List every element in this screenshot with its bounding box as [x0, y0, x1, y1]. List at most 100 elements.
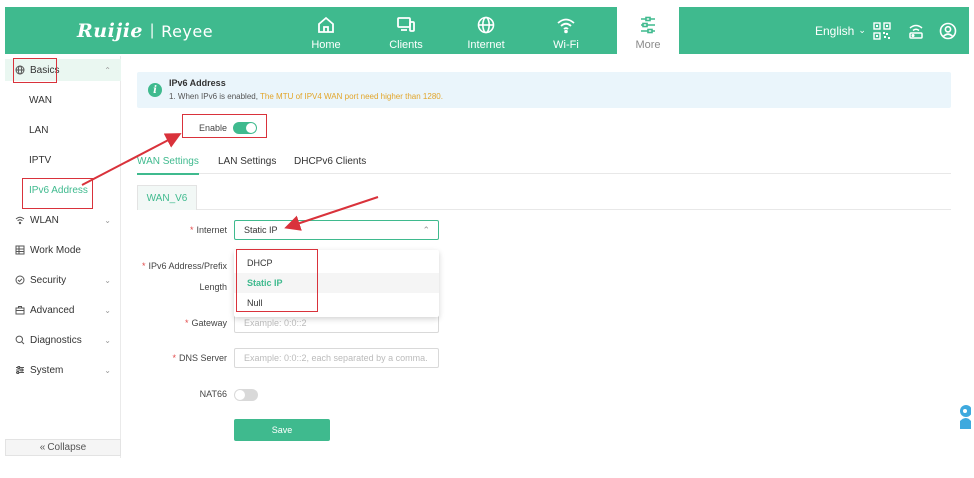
wifi-icon [557, 18, 575, 34]
router-icon [909, 24, 923, 39]
internet-select[interactable]: Static IP ⌃ [234, 220, 439, 240]
nat66-toggle[interactable] [234, 389, 258, 401]
qr-code-icon [873, 21, 891, 40]
gateway-label-text: Gateway [191, 318, 227, 328]
info-title: IPv6 Address [169, 78, 226, 88]
qr-code-button[interactable] [873, 7, 891, 54]
info-message-prefix: 1. When IPv6 is enabled, [169, 92, 261, 101]
shield-icon [15, 275, 25, 285]
tab-lan-settings[interactable]: LAN Settings [218, 156, 276, 173]
nat66-label: NAT66 [199, 389, 227, 399]
chevron-up-icon: ⌃ [104, 65, 111, 75]
sidebar-item-wlan[interactable]: WLAN ⌄ [5, 209, 121, 231]
devices-icon [397, 17, 415, 32]
dns-server-label: * DNS Server [124, 353, 227, 363]
dropdown-option-null[interactable]: Null [234, 293, 439, 313]
main-content: i IPv6 Address 1. When IPv6 is enabled, … [124, 56, 969, 458]
sidebar: Basics ⌃ WAN LAN IPTV IPv6 Address WLAN … [5, 56, 121, 458]
nav-home[interactable]: Home [295, 7, 357, 54]
sidebar-item-label: Security [30, 274, 67, 286]
language-selector[interactable]: English ⌄ [815, 7, 866, 54]
enable-label: Enable [199, 123, 228, 133]
info-message: 1. When IPv6 is enabled, The MTU of IPV4… [169, 92, 443, 101]
save-button[interactable]: Save [234, 419, 330, 441]
chevron-down-icon: ⌄ [104, 275, 111, 285]
globe-icon [15, 65, 25, 75]
dns-server-input[interactable]: Example: 0:0::2, each separated by a com… [234, 348, 439, 368]
nav-internet[interactable]: Internet [455, 7, 517, 54]
required-mark: * [189, 225, 194, 235]
sidebar-item-ipv6-address[interactable]: IPv6 Address [5, 179, 121, 201]
collapse-button[interactable]: « Collapse [5, 439, 121, 456]
briefcase-icon [15, 305, 25, 315]
sidebar-item-security[interactable]: Security ⌄ [5, 269, 121, 291]
nav-home-label: Home [311, 39, 341, 51]
sidebar-item-advanced[interactable]: Advanced ⌄ [5, 299, 121, 321]
dropdown-option-static-ip[interactable]: Static IP [234, 273, 439, 293]
nav-more[interactable]: More [617, 7, 679, 54]
sidebar-item-label: LAN [29, 124, 49, 136]
enable-row: Enable [184, 117, 266, 139]
tab-dhcpv6-clients[interactable]: DHCPv6 Clients [294, 156, 366, 173]
grid-icon [15, 245, 25, 255]
sidebar-item-label: WAN [29, 94, 52, 106]
sidebar-item-label: IPTV [29, 154, 52, 166]
logo-reyee: Reyee [161, 21, 214, 41]
info-message-warning: The MTU of IPV4 WAN port need higher tha… [260, 92, 443, 101]
settings-tabs: WAN Settings LAN Settings DHCPv6 Clients [137, 152, 951, 175]
user-button[interactable] [939, 7, 957, 54]
double-chevron-left-icon: « [39, 442, 46, 453]
ipv6-address-label: * IPv6 Address/Prefix [124, 261, 227, 271]
sidebar-item-system[interactable]: System ⌄ [5, 359, 121, 381]
nav-wifi[interactable]: Wi-Fi [535, 7, 597, 54]
sidebar-item-iptv[interactable]: IPTV [5, 149, 121, 171]
info-banner: i IPv6 Address 1. When IPv6 is enabled, … [137, 72, 951, 108]
required-mark: * [172, 353, 176, 363]
tab-wan-settings[interactable]: WAN Settings [137, 156, 199, 175]
nav-clients[interactable]: Clients [375, 7, 437, 54]
sidebar-item-label: IPv6 Address [29, 184, 88, 196]
collapse-label: Collapse [47, 442, 87, 453]
home-icon [318, 16, 334, 33]
sidebar-item-wan[interactable]: WAN [5, 89, 121, 111]
chevron-down-icon: ⌄ [104, 305, 111, 315]
assistant-icon [960, 405, 972, 429]
dns-placeholder: Example: 0:0::2, each separated by a com… [244, 353, 428, 363]
enable-toggle[interactable] [233, 122, 258, 134]
sidebar-item-lan[interactable]: LAN [5, 119, 121, 141]
sidebar-item-label: Basics [30, 64, 60, 76]
sidebar-item-label: Advanced [30, 304, 75, 316]
nav-clients-label: Clients [389, 39, 423, 51]
dropdown-option-dhcp[interactable]: DHCP [234, 253, 439, 273]
floating-assistant-widget[interactable] [957, 403, 972, 431]
subtab-wan-v6[interactable]: WAN_V6 [137, 185, 197, 210]
gateway-placeholder: Example: 0:0::2 [244, 318, 307, 328]
globe-icon [477, 16, 495, 34]
sidebar-item-label: WLAN [30, 214, 59, 226]
nav-internet-label: Internet [467, 39, 505, 51]
chevron-down-icon: ⌄ [104, 335, 111, 345]
chevron-down-icon: ⌄ [858, 25, 866, 35]
sidebar-item-label: System [30, 364, 64, 376]
toggle-knob [235, 390, 245, 400]
sidebar-item-work-mode[interactable]: Work Mode [5, 239, 121, 261]
internet-dropdown: DHCP Static IP Null [234, 250, 439, 317]
nav-wifi-label: Wi-Fi [553, 39, 579, 51]
router-button[interactable] [907, 7, 925, 54]
internet-label-text: Internet [196, 225, 227, 235]
brand-logo: Ruijie | Reyee [77, 20, 213, 42]
language-label: English [815, 23, 855, 38]
sidebar-item-label: Diagnostics [30, 334, 82, 346]
info-icon: i [148, 83, 162, 97]
required-mark: * [184, 318, 189, 328]
sidebar-item-basics[interactable]: Basics ⌃ [5, 59, 121, 81]
internet-label: * Internet [124, 225, 227, 235]
gateway-label: * Gateway [124, 318, 227, 328]
sidebar-item-diagnostics[interactable]: Diagnostics ⌄ [5, 329, 121, 351]
chevron-up-icon: ⌃ [422, 225, 430, 235]
internet-select-value: Static IP [244, 225, 278, 235]
wan-subtabs: WAN_V6 [137, 185, 951, 210]
logo-ruijie: Ruijie [77, 20, 144, 42]
top-header: Ruijie | Reyee Home Clients Internet Wi-… [5, 7, 969, 54]
nav-more-label: More [635, 39, 661, 51]
